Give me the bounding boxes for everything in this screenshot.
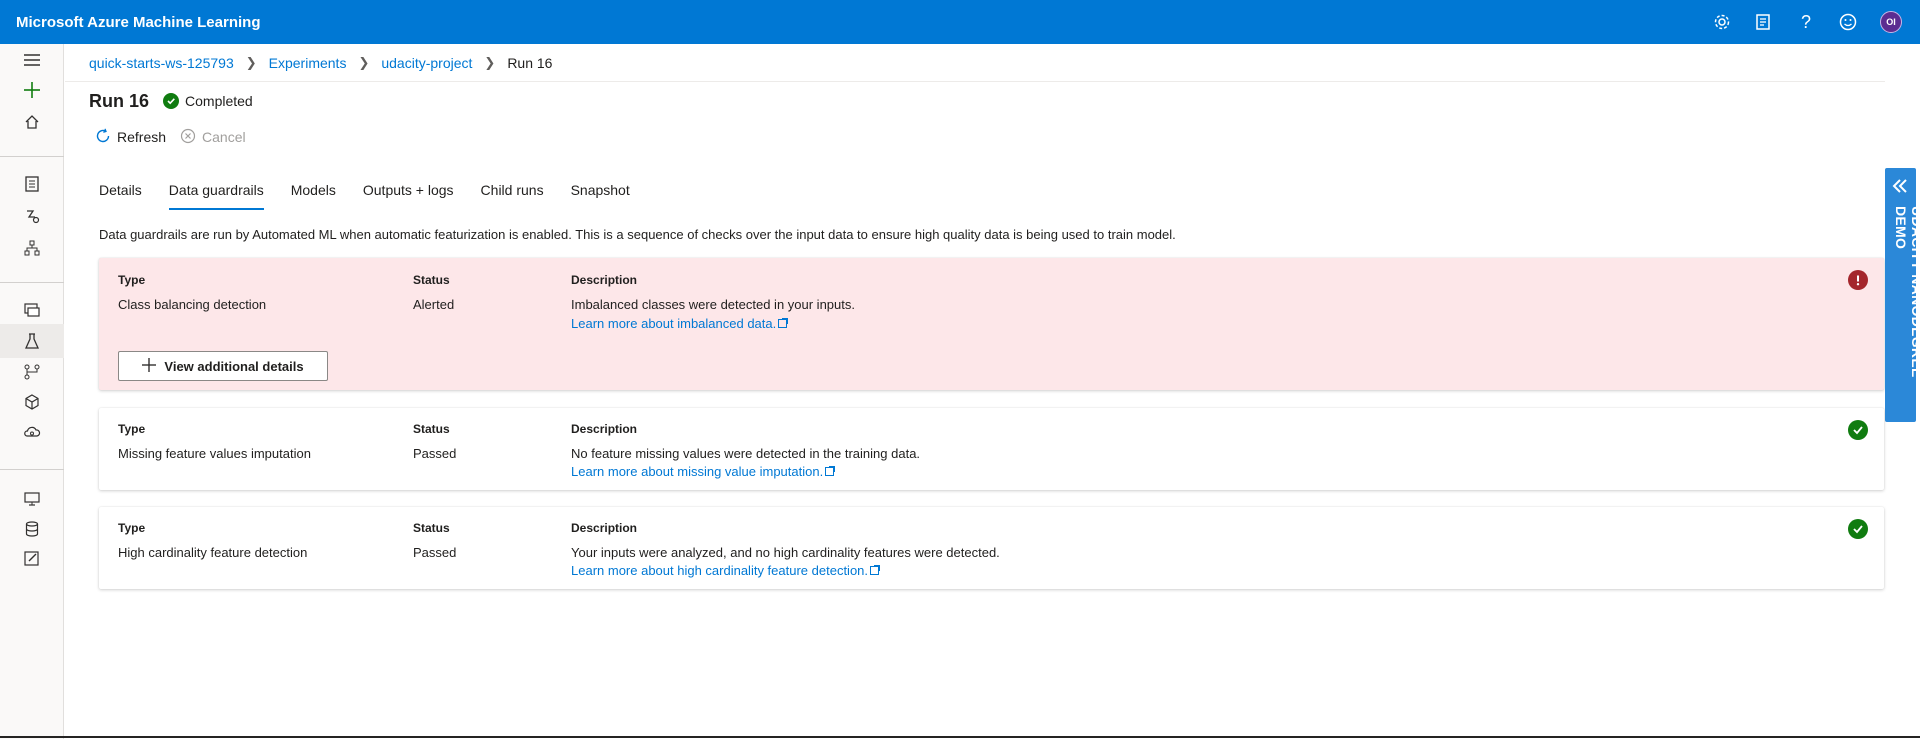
guardrail-status: Passed: [413, 446, 457, 461]
cancel-button[interactable]: Cancel: [180, 128, 246, 147]
smiley-icon[interactable]: [1838, 12, 1858, 32]
tab-data-guardrails[interactable]: Data guardrails: [168, 180, 264, 212]
check-circle-icon: [163, 93, 180, 109]
breadcrumb-experiments[interactable]: Experiments: [269, 55, 347, 71]
nav-divider: [0, 156, 64, 157]
learn-more-text: Learn more about missing value imputatio…: [571, 464, 824, 479]
guardrail-card-missing-values: Type Status Description Missing feature …: [99, 408, 1884, 490]
automated-ml-icon[interactable]: [20, 204, 44, 228]
compute-icon[interactable]: [20, 487, 44, 511]
side-panel-tab[interactable]: UDACITY NANODEGREE DEMO: [1885, 168, 1920, 422]
top-bar: Microsoft Azure Machine Learning ? OI: [0, 0, 1920, 44]
nav-divider: [0, 469, 64, 470]
main-content: quick-starts-ws-125793 ❯ Experiments ❯ u…: [65, 44, 1885, 739]
chevron-right-icon: ❯: [358, 55, 370, 70]
notebooks-icon[interactable]: [20, 172, 44, 196]
status-header: Status: [413, 422, 450, 436]
view-additional-details-label: View additional details: [164, 358, 304, 374]
tab-snapshot[interactable]: Snapshot: [571, 180, 630, 212]
description-header: Description: [571, 521, 638, 535]
left-nav: [0, 44, 64, 739]
models-icon[interactable]: [20, 390, 44, 414]
breadcrumb: quick-starts-ws-125793 ❯ Experiments ❯ u…: [89, 50, 552, 76]
type-header: Type: [118, 422, 146, 436]
feedback-icon[interactable]: [1754, 12, 1774, 32]
plus-icon: [142, 357, 157, 375]
endpoints-icon[interactable]: [20, 420, 44, 444]
learn-more-text: Learn more about high cardinality featur…: [571, 563, 869, 578]
breadcrumb-divider: [65, 81, 1885, 82]
tab-child-runs[interactable]: Child runs: [481, 180, 544, 212]
guardrail-description: No feature missing values were detected …: [571, 446, 921, 461]
help-icon[interactable]: ?: [1796, 12, 1816, 32]
breadcrumb-workspace[interactable]: quick-starts-ws-125793: [89, 55, 234, 71]
tab-list: Details Data guardrails Models Outputs +…: [99, 180, 630, 220]
learn-more-text: Learn more about imbalanced data.: [571, 316, 777, 331]
guardrails-description: Data guardrails are run by Automated ML …: [99, 227, 1176, 242]
tab-models[interactable]: Models: [291, 180, 336, 212]
guardrail-type: High cardinality feature detection: [118, 545, 308, 560]
check-circle-icon: [1848, 420, 1868, 440]
view-additional-details-button[interactable]: View additional details: [118, 351, 328, 381]
error-icon: [1848, 270, 1868, 290]
guardrail-card-high-cardinality: Type Status Description High cardinality…: [99, 507, 1884, 589]
refresh-icon: [95, 128, 111, 147]
home-icon[interactable]: [20, 110, 44, 134]
hamburger-icon[interactable]: [20, 48, 44, 72]
create-new-icon[interactable]: [20, 78, 44, 102]
side-panel-label: UDACITY NANODEGREE DEMO: [1893, 206, 1920, 378]
guardrail-status: Alerted: [413, 297, 455, 312]
type-header: Type: [118, 521, 146, 535]
avatar[interactable]: OI: [1880, 11, 1902, 33]
status-text: Completed: [185, 93, 253, 109]
page-title: Run 16: [89, 90, 150, 111]
app-title[interactable]: Microsoft Azure Machine Learning: [16, 14, 260, 31]
external-link-icon: [825, 466, 836, 476]
guardrail-description: Your inputs were analyzed, and no high c…: [571, 545, 1000, 560]
external-link-icon: [870, 565, 881, 575]
header-actions: ? OI: [1712, 0, 1902, 44]
tab-details[interactable]: Details: [99, 180, 142, 212]
refresh-label: Refresh: [117, 129, 167, 145]
breadcrumb-current: Run 16: [507, 55, 553, 71]
experiments-icon[interactable]: [20, 329, 44, 353]
guardrail-card-class-balancing: Type Status Description Class balancing …: [99, 258, 1884, 390]
guardrail-status: Passed: [413, 545, 457, 560]
refresh-button[interactable]: Refresh: [95, 128, 166, 147]
cancel-icon: [180, 128, 196, 147]
type-header: Type: [118, 273, 146, 287]
description-header: Description: [571, 422, 638, 436]
chevron-right-icon: ❯: [484, 55, 496, 70]
pipelines-icon[interactable]: [20, 360, 44, 384]
learn-more-link[interactable]: Learn more about high cardinality featur…: [571, 563, 881, 578]
status-badge: Completed: [163, 93, 253, 109]
data-labeling-icon[interactable]: [20, 546, 44, 570]
check-circle-icon: [1848, 519, 1868, 539]
breadcrumb-experiment[interactable]: udacity-project: [381, 55, 472, 71]
description-header: Description: [571, 273, 638, 287]
status-header: Status: [413, 521, 450, 535]
learn-more-link[interactable]: Learn more about missing value imputatio…: [571, 464, 836, 479]
cancel-label: Cancel: [202, 129, 246, 145]
command-bar: Refresh Cancel: [95, 125, 246, 149]
bottom-border: [0, 736, 1920, 738]
external-link-icon: [778, 318, 789, 328]
chevron-right-icon: ❯: [245, 55, 257, 70]
guardrail-description: Imbalanced classes were detected in your…: [571, 297, 855, 312]
datasets-icon[interactable]: [20, 298, 44, 322]
double-chevron-left-icon: [1892, 178, 1908, 199]
run-header: Run 16 Completed: [89, 86, 253, 116]
tab-outputs-logs[interactable]: Outputs + logs: [363, 180, 454, 212]
guardrail-type: Class balancing detection: [118, 297, 267, 312]
status-header: Status: [413, 273, 450, 287]
guardrail-type: Missing feature values imputation: [118, 446, 311, 461]
nav-divider: [0, 282, 64, 283]
designer-icon[interactable]: [20, 236, 44, 260]
learn-more-link[interactable]: Learn more about imbalanced data.: [571, 316, 789, 331]
settings-icon[interactable]: [1712, 12, 1732, 32]
datastores-icon[interactable]: [20, 517, 44, 541]
